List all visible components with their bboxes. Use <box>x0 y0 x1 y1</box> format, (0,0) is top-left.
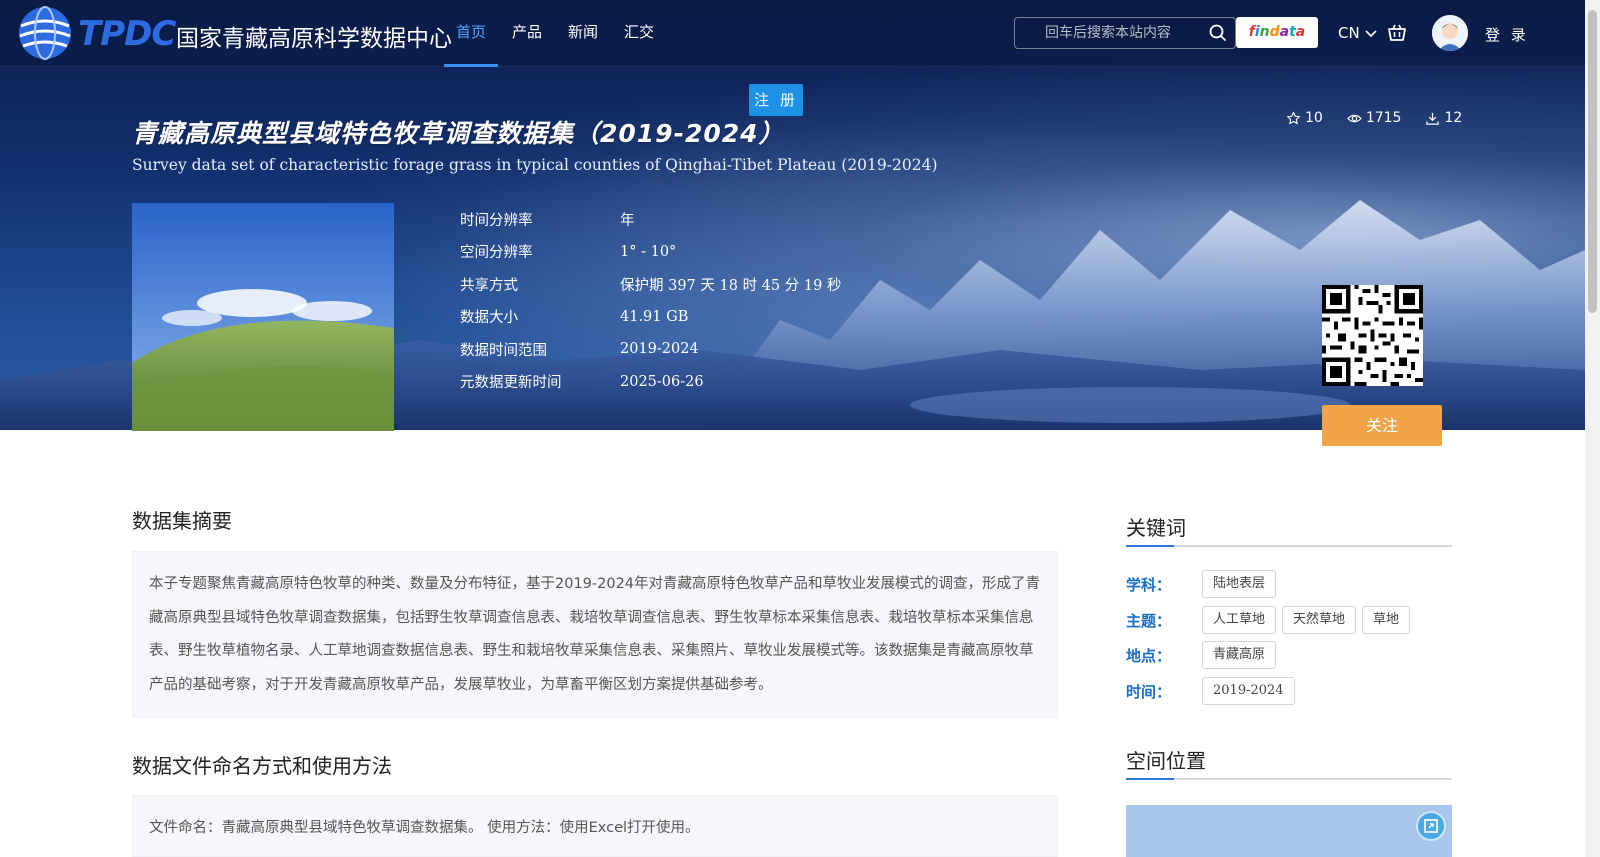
favorites-stat[interactable]: 10 <box>1286 110 1323 126</box>
qr-code <box>1322 285 1423 386</box>
download-icon <box>1426 112 1440 125</box>
keywords-divider <box>1126 545 1452 547</box>
scrollbar-thumb[interactable] <box>1588 10 1597 313</box>
downloads-count: 12 <box>1444 110 1463 126</box>
meta-label: 数据大小 <box>460 310 518 327</box>
spatial-map[interactable] <box>1126 805 1452 857</box>
dataset-metadata: 时间分辨率 年 空间分辨率 1° - 10° 共享方式 保护期 397 天 18… <box>460 203 841 398</box>
meta-row: 数据大小 41.91 GB <box>460 301 841 334</box>
meta-row: 元数据更新时间 2025-06-26 <box>460 366 841 399</box>
language-selector[interactable]: CN <box>1338 24 1378 42</box>
star-icon <box>1287 111 1300 124</box>
views-stat: 1715 <box>1346 110 1402 126</box>
downloads-stat: 12 <box>1425 110 1462 126</box>
eye-icon <box>1346 114 1362 122</box>
favorites-count: 10 <box>1305 110 1323 126</box>
findata-button[interactable]: findata <box>1236 17 1318 48</box>
meta-label: 元数据更新时间 <box>460 375 562 392</box>
keyword-row-time: 时间： 2019-2024 <box>1126 677 1301 705</box>
abstract-title: 数据集摘要 <box>132 509 232 533</box>
meta-value: 2019-2024 <box>620 341 699 358</box>
avatar-icon <box>1432 15 1468 51</box>
keyword-label: 主题： <box>1126 611 1172 630</box>
expand-icon <box>1424 819 1438 833</box>
keyword-row-location: 地点： 青藏高原 <box>1126 641 1282 669</box>
chevron-down-icon <box>1365 30 1378 38</box>
map-expand-button[interactable] <box>1416 811 1446 841</box>
cart-icon[interactable] <box>1387 23 1407 43</box>
meta-row: 时间分辨率 年 <box>460 203 841 236</box>
keyword-tag[interactable]: 青藏高原 <box>1202 641 1277 669</box>
location-title: 空间位置 <box>1126 749 1206 773</box>
nav-item-home[interactable]: 首页 <box>444 0 499 67</box>
grassland-photo <box>132 203 394 431</box>
follow-button[interactable]: 关注 <box>1322 405 1442 446</box>
nav-item-products[interactable]: 产品 <box>500 0 554 67</box>
meta-label: 数据时间范围 <box>460 342 547 359</box>
location-divider <box>1126 778 1452 780</box>
keyword-label: 学科： <box>1126 575 1172 594</box>
logo-tpdc-text[interactable]: TPDC <box>78 14 176 54</box>
meta-label: 空间分辨率 <box>460 245 533 262</box>
search-box <box>1014 17 1236 49</box>
search-icon[interactable] <box>1209 24 1227 42</box>
meta-value: 1° - 10° <box>620 243 677 260</box>
meta-label: 共享方式 <box>460 277 518 294</box>
views-count: 1715 <box>1365 110 1402 126</box>
dataset-thumbnail[interactable] <box>132 203 394 431</box>
globe-logo-icon[interactable] <box>16 4 74 62</box>
keyword-row-theme: 主题： 人工草地 天然草地 草地 <box>1126 606 1416 634</box>
keyword-tag[interactable]: 人工草地 <box>1202 606 1277 634</box>
keyword-tag[interactable]: 草地 <box>1362 606 1411 634</box>
naming-panel: 文件命名：青藏高原典型县域特色牧草调查数据集。 使用方法：使用Excel打开使用… <box>132 795 1058 857</box>
meta-label: 时间分辨率 <box>460 212 533 229</box>
keyword-label: 地点： <box>1126 646 1172 665</box>
keyword-row-discipline: 学科： 陆地表层 <box>1126 570 1282 598</box>
keyword-label: 时间： <box>1126 682 1172 701</box>
dataset-stats: 10 1715 12 <box>1286 110 1462 126</box>
dataset-title-en: Survey data set of characteristic forage… <box>132 156 938 174</box>
meta-value: 年 <box>620 212 635 229</box>
main-nav: 首页 产品 新闻 汇交 <box>444 0 668 67</box>
abstract-text: 本子专题聚焦青藏高原特色牧草的种类、数量及分布特征，基于2019-2024年对青… <box>149 576 1041 693</box>
keyword-tag[interactable]: 天然草地 <box>1282 606 1357 634</box>
nav-item-news[interactable]: 新闻 <box>556 0 610 67</box>
nav-item-submit[interactable]: 汇交 <box>612 0 666 67</box>
meta-value: 2025-06-26 <box>620 373 704 390</box>
meta-row: 数据时间范围 2019-2024 <box>460 333 841 366</box>
meta-row: 共享方式 保护期 397 天 18 时 45 分 19 秒 <box>460 268 841 301</box>
user-avatar[interactable] <box>1432 15 1468 51</box>
search-input[interactable] <box>1015 18 1205 48</box>
logo-center-name[interactable]: 国家青藏高原科学数据中心 <box>176 19 452 53</box>
keywords-title: 关键词 <box>1126 516 1186 540</box>
login-link[interactable]: 登 录 <box>1485 24 1529 45</box>
meta-value: 保护期 397 天 18 时 45 分 19 秒 <box>620 277 842 294</box>
dataset-title-cn: 青藏高原典型县域特色牧草调查数据集（2019-2024） <box>132 119 785 148</box>
language-label: CN <box>1338 24 1360 42</box>
keyword-tag[interactable]: 2019-2024 <box>1202 677 1295 705</box>
page-scrollbar[interactable] <box>1585 0 1600 857</box>
keyword-tag[interactable]: 陆地表层 <box>1202 570 1277 598</box>
naming-text: 文件命名：青藏高原典型县域特色牧草调查数据集。 使用方法：使用Excel打开使用… <box>149 820 700 836</box>
register-button[interactable]: 注 册 <box>749 84 803 116</box>
meta-row: 空间分辨率 1° - 10° <box>460 236 841 269</box>
abstract-panel: 本子专题聚焦青藏高原特色牧草的种类、数量及分布特征，基于2019-2024年对青… <box>132 551 1058 718</box>
top-navigation-bar: TPDC 国家青藏高原科学数据中心 首页 产品 新闻 汇交 findata CN <box>0 0 1585 67</box>
meta-value: 41.91 GB <box>620 308 689 325</box>
naming-title: 数据文件命名方式和使用方法 <box>132 754 392 778</box>
